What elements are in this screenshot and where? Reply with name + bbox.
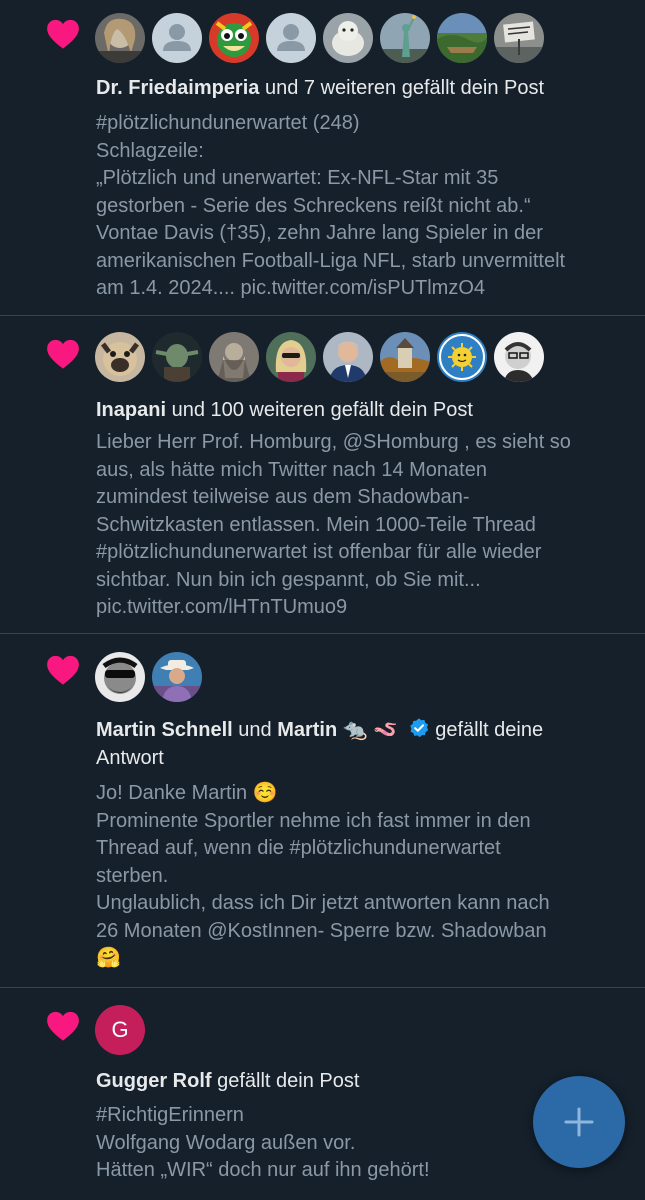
post-line: am 1.4. 2024.... pic.twitter.com/isPUTlm…: [96, 277, 486, 299]
notification-item[interactable]: Dr. Friedaimperia und 7 weiteren gefällt…: [0, 0, 645, 316]
avatar-cartoon-monster[interactable]: [209, 13, 259, 63]
post-line: Thread auf, wenn die #plötzlichundunerwa…: [96, 837, 501, 859]
post-line: „Plötzlich und unerwartet: Ex-NFL-Star m…: [96, 167, 499, 189]
post-line: amerikanischen Football-Liga NFL, starb …: [96, 249, 566, 272]
post-line: #plötzlichundunerwartet (248): [96, 112, 360, 134]
heart-icon: [46, 1010, 80, 1042]
action-text: gefällt dein Post: [211, 1070, 360, 1092]
plus-icon: [564, 1107, 594, 1137]
actor-name[interactable]: Gugger Rolf: [96, 1070, 212, 1092]
avatar-sign[interactable]: [494, 13, 544, 63]
post-line: 🤗: [96, 947, 121, 969]
compose-button[interactable]: [533, 1076, 625, 1168]
actor-name[interactable]: Dr. Friedaimperia: [96, 77, 259, 99]
avatar-kernkraft-badge[interactable]: [437, 332, 487, 382]
post-line: aus, als hätte mich Twitter nach 14 Mona…: [96, 458, 487, 481]
post-line: Schwitzkasten entlassen. Mein 1000-Teile…: [96, 513, 536, 536]
avatar-row: [95, 652, 209, 704]
post-line: #plötzlichundunerwartet ist offenbar für…: [96, 541, 542, 563]
heart-icon: [46, 654, 80, 686]
avatar-wizard[interactable]: [209, 332, 259, 382]
action-text: Antwort: [96, 747, 164, 769]
avatar-man-cowboy-hat[interactable]: [152, 652, 202, 702]
notification-headline: Dr. Friedaimperia und 7 weiteren gefällt…: [96, 74, 621, 102]
avatar-yoda[interactable]: [152, 332, 202, 382]
avatar-default-placeholder[interactable]: [152, 13, 202, 63]
actor-name[interactable]: Martin Schnell: [96, 719, 233, 741]
post-line: Jo! Danke Martin ☺️: [96, 782, 278, 804]
post-preview[interactable]: Jo! Danke Martin ☺️ Prominente Sportler …: [96, 780, 625, 973]
avatar-row: [95, 13, 551, 65]
post-line: Unglaublich, dass ich Dir jetzt antworte…: [96, 892, 550, 914]
post-preview[interactable]: Lieber Herr Prof. Homburg, @SHomburg , e…: [96, 429, 625, 622]
avatar-landscape[interactable]: [437, 13, 487, 63]
avatar-row: G: [95, 1005, 145, 1057]
notification-item[interactable]: Martin Schnell und Martin 🐀 🪱 gefällt de…: [0, 634, 645, 988]
actor-name[interactable]: Inapani: [96, 399, 166, 421]
avatar-row: [95, 332, 551, 384]
notification-headline: Martin Schnell und Martin 🐀 🪱 gefällt de…: [96, 716, 621, 772]
post-line: gestorben - Serie des Schreckens reißt n…: [96, 194, 531, 217]
post-line: Lieber Herr Prof. Homburg, @SHomburg , e…: [96, 431, 571, 453]
post-line: Hätten „WIR“ doch nur auf ihn gehört!: [96, 1159, 430, 1181]
heart-icon: [46, 18, 80, 50]
notification-headline: Inapani und 100 weiteren gefällt dein Po…: [96, 396, 621, 424]
post-preview[interactable]: #plötzlichundunerwartet (248) Schlagzeil…: [96, 110, 625, 303]
action-text: gefällt deine: [429, 719, 544, 741]
avatar-man-glasses[interactable]: [494, 332, 544, 382]
notification-headline: Gugger Rolf gefällt dein Post: [96, 1067, 621, 1095]
post-line: pic.twitter.com/lHTnTUmuo9: [96, 596, 348, 618]
post-line: Vontae Davis (†35), zehn Jahre lang Spie…: [96, 222, 543, 244]
post-line: Prominente Sportler nehme ich fast immer…: [96, 809, 531, 832]
avatar-woman-blonde[interactable]: [95, 13, 145, 63]
avatar-plush-toy[interactable]: [323, 13, 373, 63]
avatar-castle[interactable]: [380, 332, 430, 382]
actor-name[interactable]: Martin 🐀 🪱: [277, 719, 398, 741]
action-text: und 100 weiteren gefällt dein Post: [166, 399, 473, 421]
avatar-man-sunglasses[interactable]: [95, 652, 145, 702]
avatar-letter[interactable]: G: [95, 1005, 145, 1055]
notifications-feed: Dr. Friedaimperia und 7 weiteren gefällt…: [0, 0, 645, 1200]
post-line: 26 Monaten @KostInnen- Sperre bzw. Shado…: [96, 919, 547, 942]
avatar-pug[interactable]: [95, 332, 145, 382]
avatar-statue-of-liberty[interactable]: [380, 13, 430, 63]
heart-icon: [46, 338, 80, 370]
connector-text: und: [232, 719, 278, 741]
post-line: zumindest teilweise aus dem Shadowban-: [96, 486, 470, 508]
post-line: sichtbar. Nun bin ich gespannt, ob Sie m…: [96, 568, 481, 591]
avatar-man-suit[interactable]: [323, 332, 373, 382]
avatar-default-placeholder[interactable]: [266, 13, 316, 63]
verified-badge-icon: [409, 718, 428, 738]
notification-item[interactable]: Inapani und 100 weiteren gefällt dein Po…: [0, 316, 645, 634]
avatar-woman-sunglasses[interactable]: [266, 332, 316, 382]
action-text: und 7 weiteren gefällt dein Post: [259, 77, 545, 99]
post-line: Schlagzeile:: [96, 139, 204, 162]
post-line: sterben.: [96, 864, 169, 887]
